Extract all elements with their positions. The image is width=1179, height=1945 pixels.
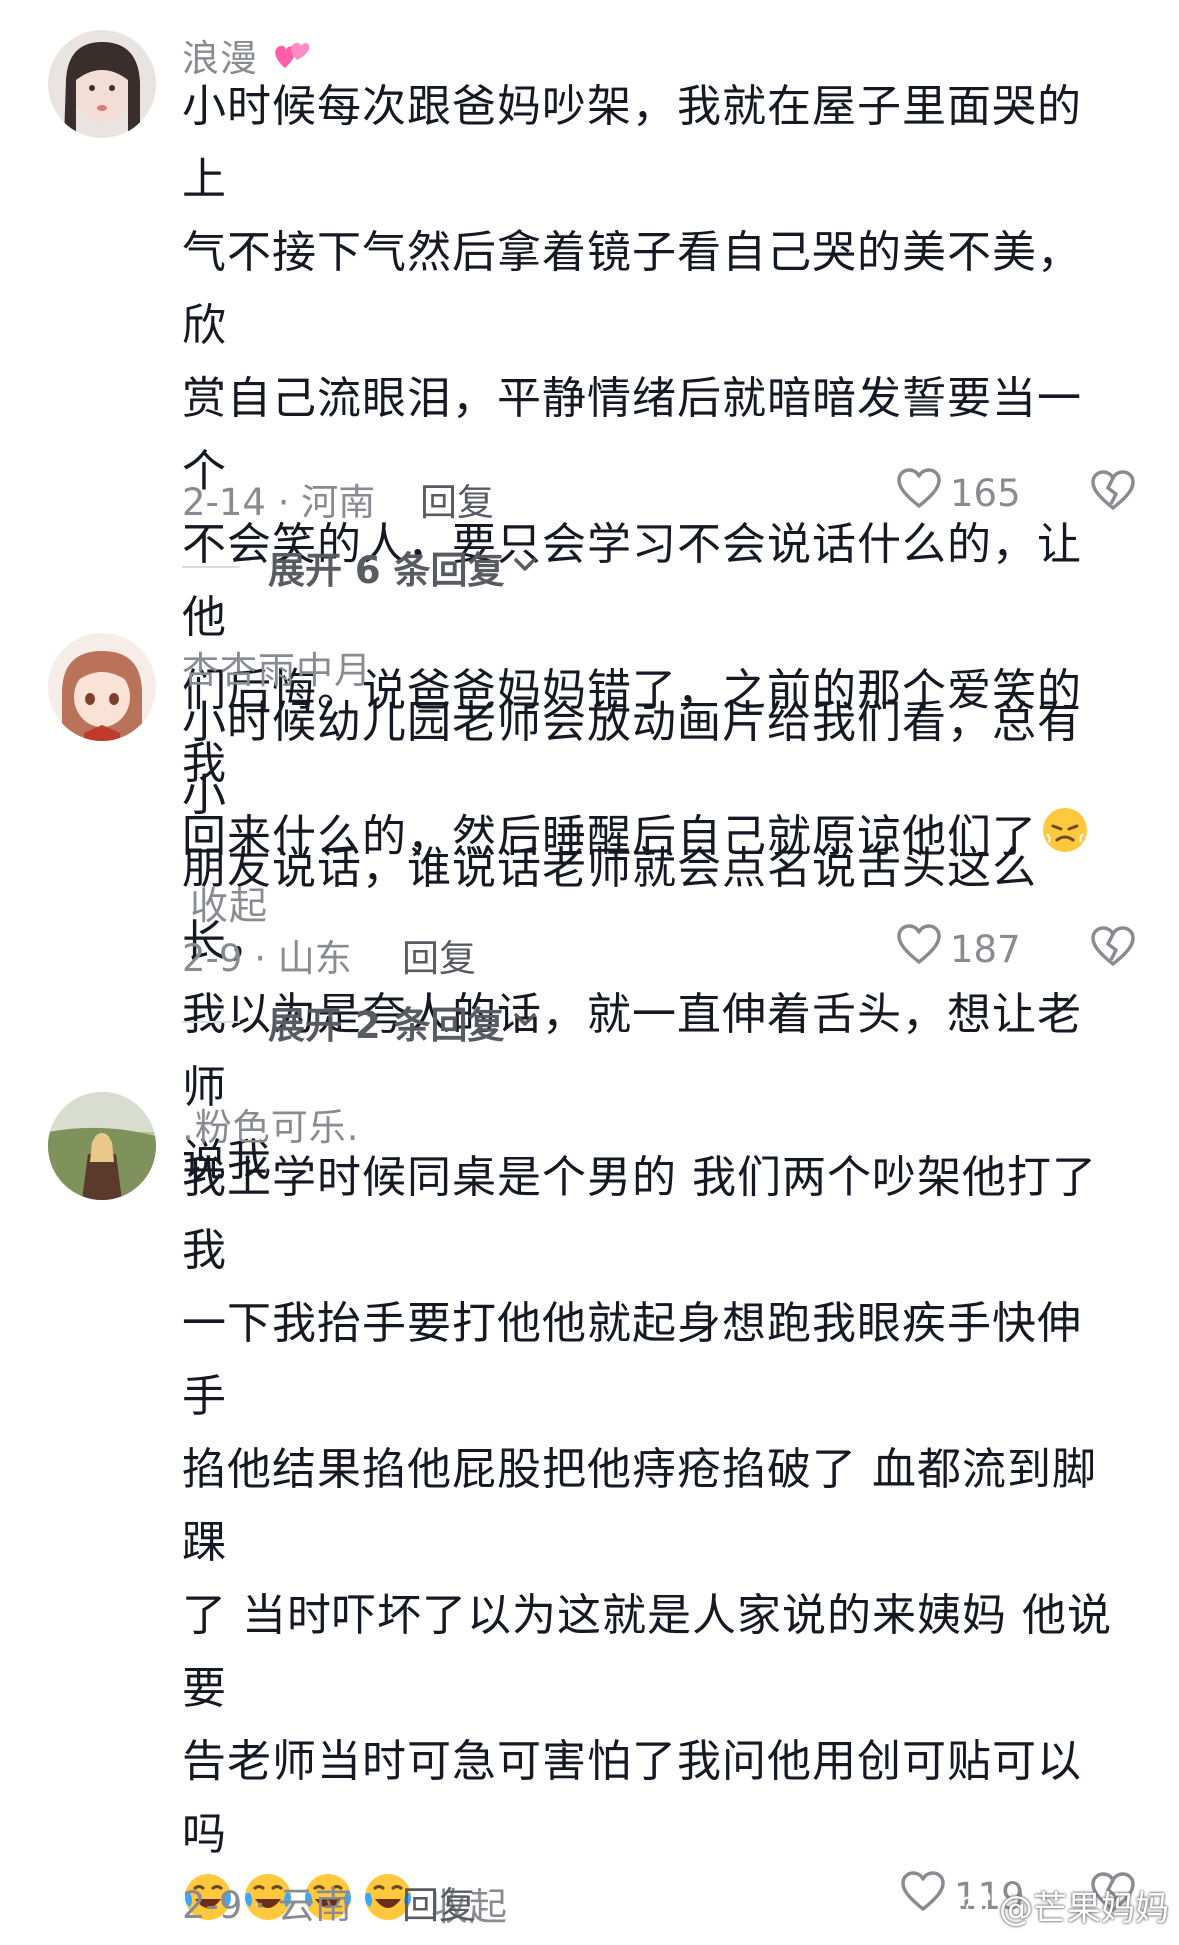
reply-button[interactable]: 回复 (402, 928, 476, 982)
like-count: 187 (950, 928, 1021, 971)
heart-outline-icon (900, 1871, 946, 1922)
dislike-button[interactable] (1090, 470, 1136, 516)
chevron-down-icon (513, 1012, 537, 1032)
heart-outline-icon (896, 924, 942, 975)
avatar[interactable] (48, 1092, 156, 1200)
expand-replies[interactable]: 展开 2 条回复 (182, 995, 537, 1049)
date-location: 2-14 · 河南 (182, 481, 376, 524)
divider (182, 1021, 240, 1023)
broken-heart-icon (1091, 470, 1135, 510)
avatar[interactable] (48, 633, 156, 741)
divider (182, 566, 240, 568)
reply-button[interactable]: 回复 (420, 472, 494, 526)
broken-heart-icon (1091, 926, 1135, 966)
chevron-down-icon (513, 557, 537, 577)
like-button[interactable]: 165 (896, 468, 1021, 519)
reply-button[interactable]: 回复 (402, 1875, 476, 1929)
weibo-logo-icon (957, 1886, 993, 1926)
date-location: 2-9 · 云南 (182, 1884, 352, 1927)
date-location: 2-9 · 山东 (182, 937, 352, 980)
dislike-button[interactable] (1090, 926, 1136, 972)
like-button[interactable]: 187 (896, 924, 1021, 975)
watermark: @芒果妈妈 (957, 1881, 1169, 1930)
avatar[interactable] (48, 30, 156, 138)
heart-outline-icon (896, 468, 942, 519)
like-count: 165 (950, 472, 1021, 515)
comment-text: 我上学时候同桌是个男的 我们两个吵架他打了我 一下我抬手要打他他就起身想跑我眼疾… (182, 1141, 1122, 1944)
expand-replies[interactable]: 展开 6 条回复 (182, 540, 537, 594)
